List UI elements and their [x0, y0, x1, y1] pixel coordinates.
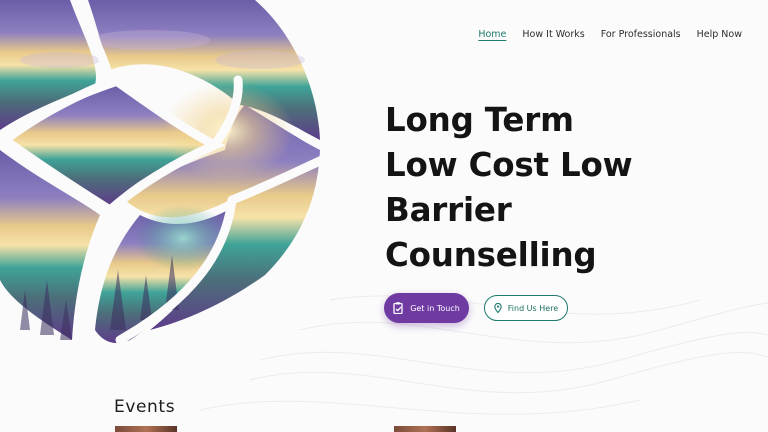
headline-line: Long Term [385, 101, 574, 139]
events-heading: Events [114, 397, 176, 417]
nav-how-it-works-link[interactable]: How It Works [522, 29, 584, 40]
nav-home-link[interactable]: Home [478, 29, 506, 40]
clipboard-check-icon [393, 302, 403, 314]
event-image[interactable] [115, 426, 177, 432]
nav-help-now-link[interactable]: Help Now [697, 29, 742, 40]
hero-logo-artwork [0, 0, 327, 350]
event-image[interactable] [394, 426, 456, 432]
headline-line: Barrier [385, 191, 512, 229]
get-in-touch-label: Get in Touch [410, 303, 460, 313]
find-us-here-button[interactable]: Find Us Here [484, 295, 568, 321]
hero-headline: Long Term Low Cost Low Barrier Counselli… [385, 98, 715, 278]
find-us-here-label: Find Us Here [507, 303, 559, 313]
nav-for-professionals-link[interactable]: For Professionals [601, 29, 681, 40]
headline-line: Low Cost Low [385, 146, 633, 184]
main-navigation: Home How It Works For Professionals Help… [462, 29, 742, 40]
map-pin-icon [493, 303, 502, 313]
get-in-touch-button[interactable]: Get in Touch [384, 293, 469, 323]
headline-line: Counselling [385, 236, 597, 274]
